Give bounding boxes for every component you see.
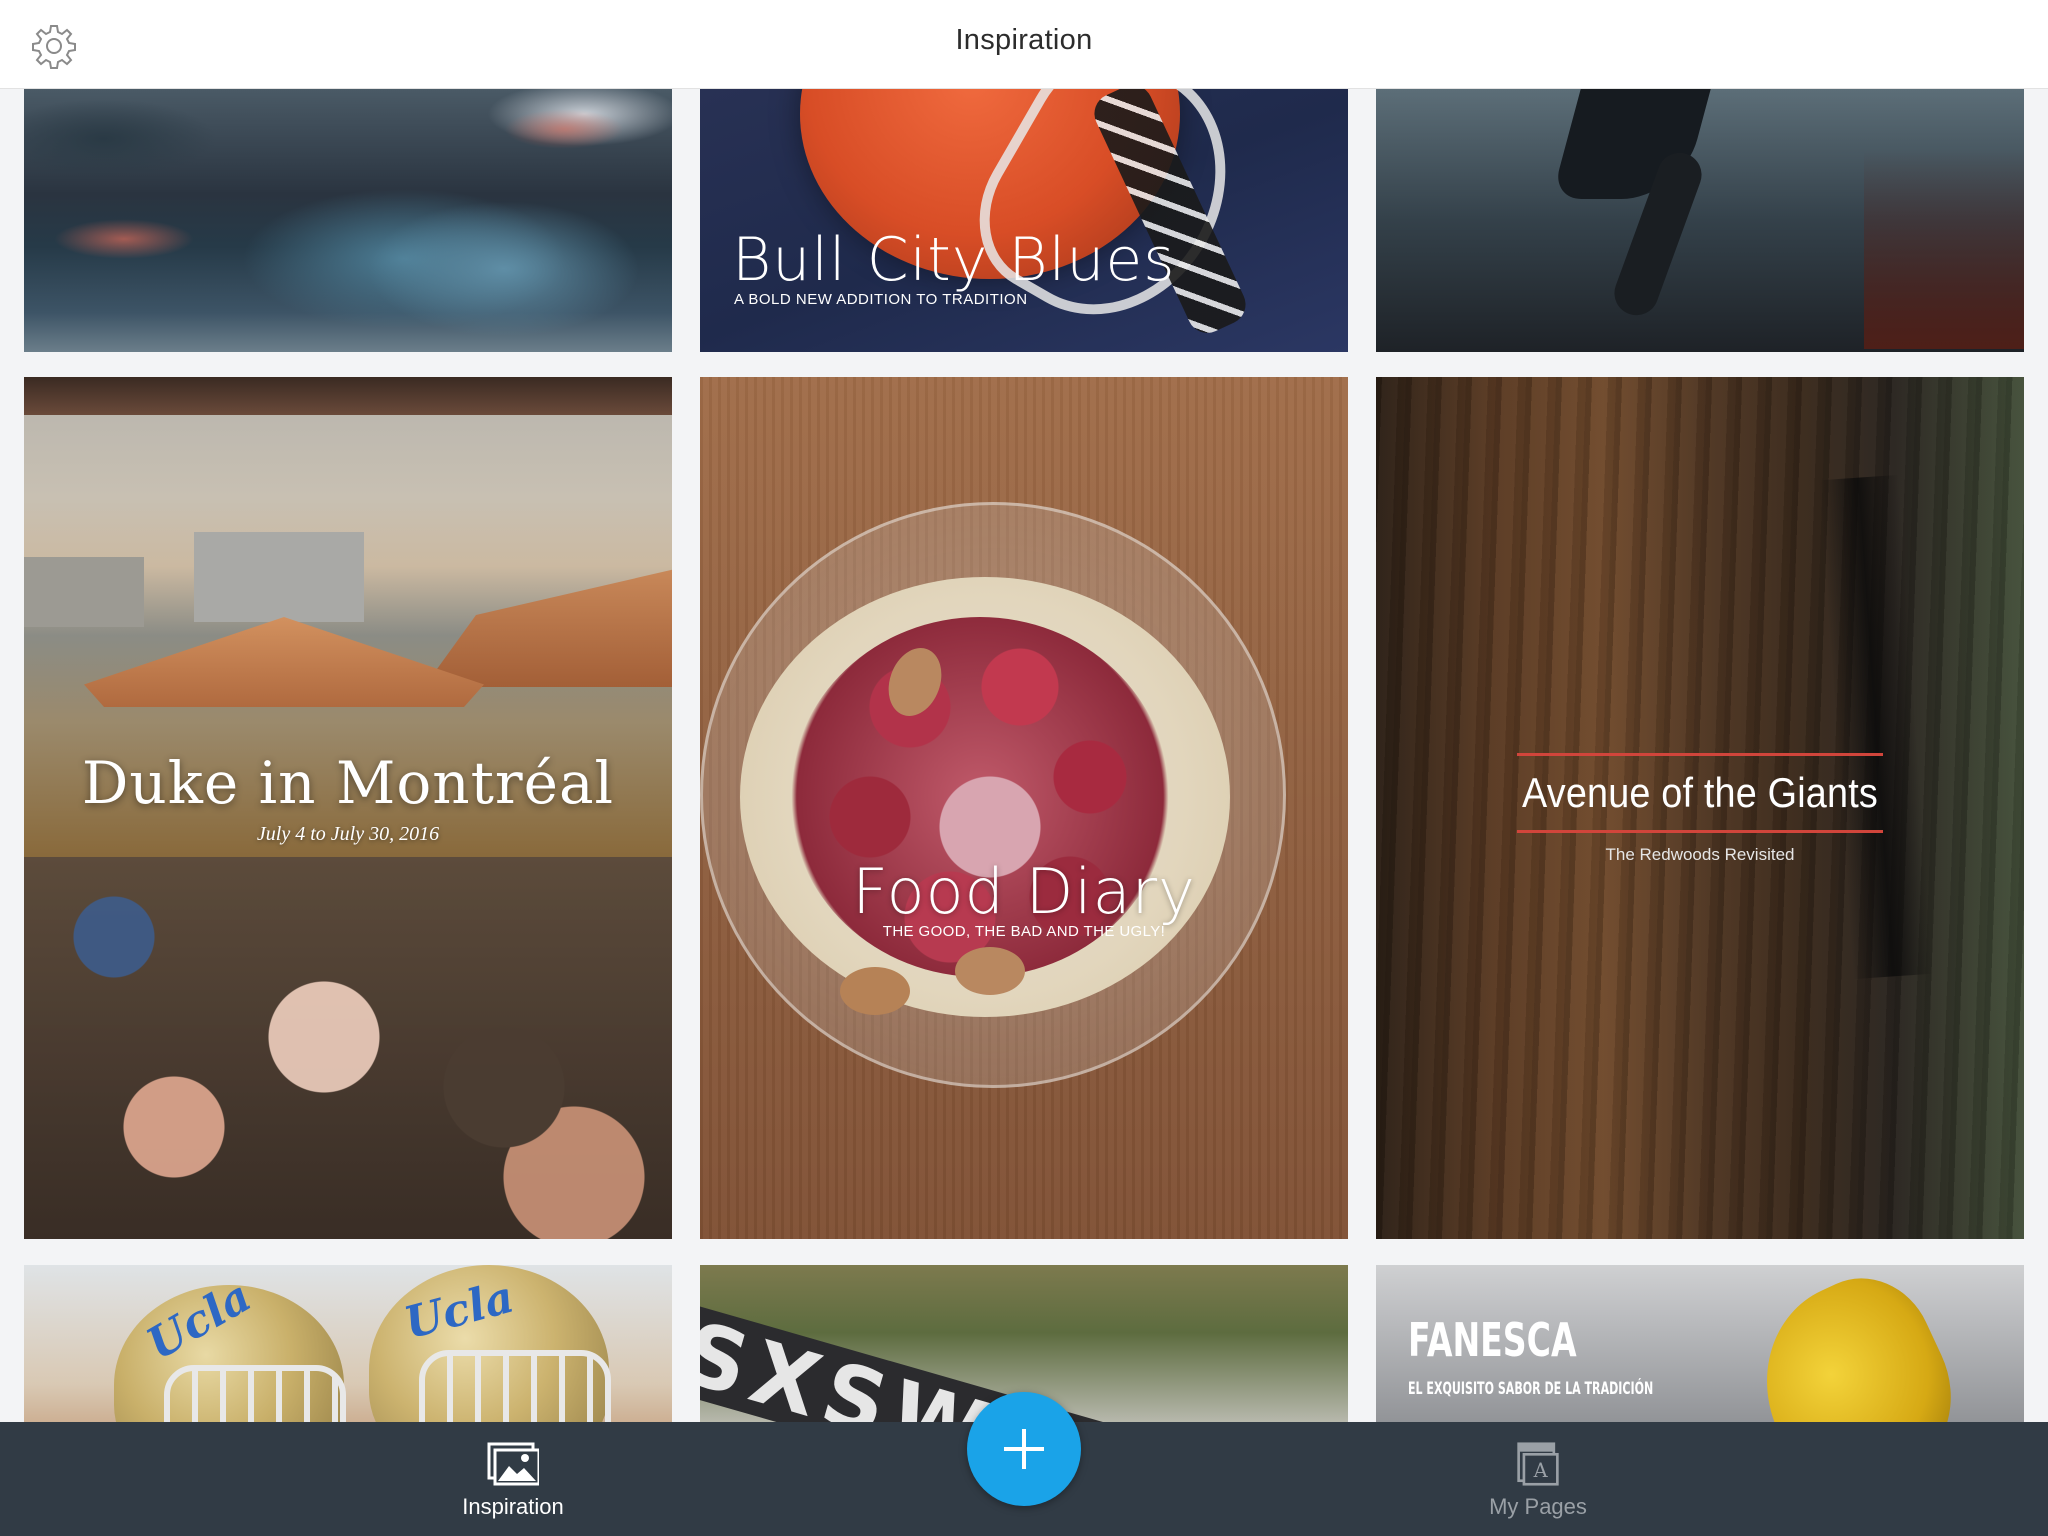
tab-my-pages[interactable]: A My Pages — [1428, 1422, 1648, 1536]
card-title: Bull City Blues — [732, 225, 1176, 295]
card-subtitle: A BOLD NEW ADDITION TO TRADITION — [734, 291, 1028, 308]
card-glacier[interactable] — [24, 89, 672, 352]
tab-inspiration[interactable]: Inspiration — [403, 1422, 623, 1536]
card-image-detail — [54, 219, 194, 259]
card-image-detail — [24, 377, 672, 415]
card-title: Avenue of the Giants — [1522, 769, 1878, 816]
tab-label: My Pages — [1489, 1494, 1587, 1519]
card-image-detail — [84, 617, 484, 707]
card-title: Food Diary — [852, 855, 1196, 928]
card-food-diary[interactable]: Food Diary THE GOOD, THE BAD AND THE UGL… — [700, 377, 1348, 1239]
pages-icon: A — [1517, 1442, 1559, 1486]
add-page-button[interactable] — [967, 1392, 1081, 1506]
card-subtitle: The Redwoods Revisited — [1605, 845, 1795, 864]
tab-label: Inspiration — [462, 1494, 564, 1519]
card-image-detail — [1864, 149, 2024, 349]
image-gallery-icon — [487, 1442, 539, 1486]
card-fanesca[interactable]: FANESCA EL EXQUISITO SABOR DE LA TRADICI… — [1376, 1265, 2024, 1422]
banner-text: SXSW — [700, 1303, 1005, 1422]
card-image-detail — [419, 1350, 611, 1422]
inspiration-grid[interactable]: Bull City Blues A BOLD NEW ADDITION TO T… — [0, 89, 2048, 1422]
title-rule-top — [1517, 753, 1883, 756]
card-title: Duke in Montréal — [81, 749, 615, 817]
svg-text:A: A — [1533, 1459, 1549, 1482]
card-image-detail — [24, 557, 144, 627]
page-title: Inspiration — [955, 24, 1093, 56]
card-image-detail — [24, 857, 672, 1239]
top-bar: Inspiration — [0, 0, 2048, 89]
card-image-detail — [1818, 474, 1934, 980]
card-image-detail — [164, 1365, 346, 1422]
card-subtitle: July 4 to July 30, 2016 — [256, 823, 440, 845]
card-image-detail — [955, 947, 1025, 995]
card-subtitle: EL EXQUISITO SABOR DE LA TRADICIÓN — [1408, 1379, 1654, 1399]
card-bull-city-blues[interactable]: Bull City Blues A BOLD NEW ADDITION TO T… — [700, 89, 1348, 352]
card-image-detail — [504, 109, 624, 149]
card-title: FANESCA — [1408, 1313, 1577, 1367]
card-surfer[interactable] — [1376, 89, 2024, 352]
card-image-detail — [424, 567, 672, 687]
card-avenue-of-the-giants[interactable]: Avenue of the Giants The Redwoods Revisi… — [1376, 377, 2024, 1239]
title-rule-bottom — [1517, 830, 1883, 833]
card-image-detail — [1732, 1265, 1980, 1422]
card-ucla-football[interactable]: Ucla Ucla — [24, 1265, 672, 1422]
card-image-detail — [840, 967, 910, 1015]
card-duke-in-montreal[interactable]: Duke in Montréal July 4 to July 30, 2016 — [24, 377, 672, 1239]
card-subtitle: THE GOOD, THE BAD AND THE UGLY! — [882, 923, 1166, 940]
card-image-detail — [194, 532, 364, 622]
